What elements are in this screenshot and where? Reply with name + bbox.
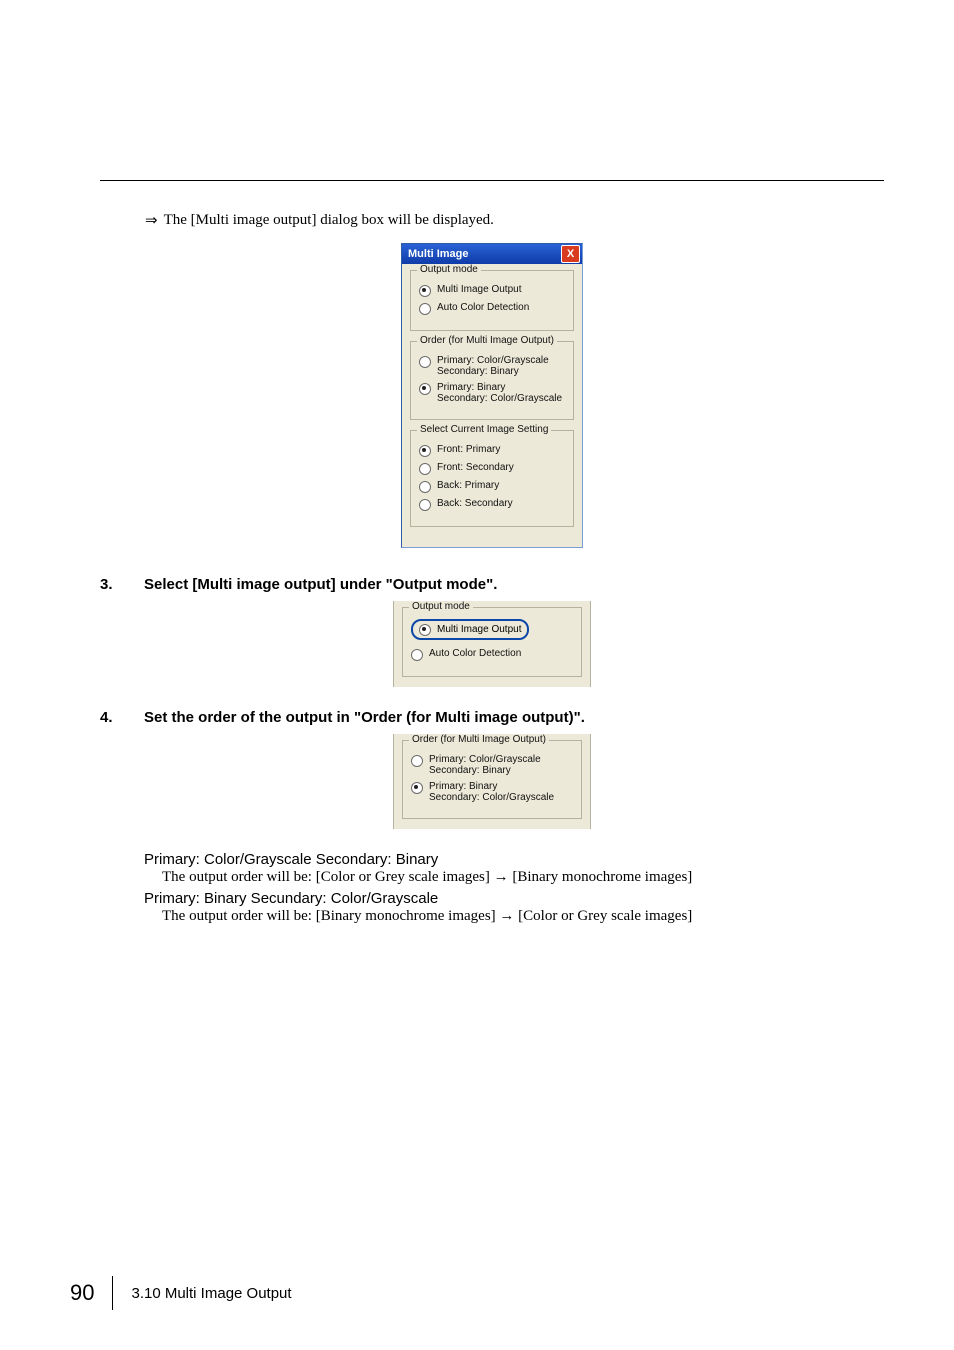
page-footer: 90 3.10 Multi Image Output [70,1276,292,1310]
radio-primary-color[interactable]: Primary: Color/Grayscale Secondary: Bina… [411,754,573,776]
radio-icon [419,356,431,368]
lead-text: The [Multi image output] dialog box will… [164,212,494,229]
radio-icon [411,782,423,794]
radio-front-primary[interactable]: Front: Primary [419,444,565,457]
radio-icon [419,445,431,457]
order-legend: Order (for Multi Image Output) [409,734,549,745]
radio-label: Primary: Color/Grayscale Secondary: Bina… [437,355,549,377]
radio-primary-binary[interactable]: Primary: Binary Secondary: Color/Graysca… [419,382,565,404]
current-image-group: Select Current Image Setting Front: Prim… [410,430,574,527]
radio-icon [419,285,431,297]
radio-icon [419,303,431,315]
close-icon[interactable]: X [561,245,580,263]
radio-label: Primary: Color/Grayscale Secondary: Bina… [429,754,541,776]
radio-back-secondary[interactable]: Back: Secondary [419,498,565,511]
radio-label: Back: Secondary [437,498,513,509]
desc-explain-1: The output order will be: [Color or Grey… [162,868,884,886]
radio-label: Front: Secondary [437,462,514,473]
output-mode-legend: Output mode [409,601,473,612]
order-legend: Order (for Multi Image Output) [417,335,557,346]
output-mode-group: Output mode Multi Image Output Auto Colo… [410,270,574,331]
order-group: Order (for Multi Image Output) Primary: … [410,341,574,420]
dialog-body: Output mode Multi Image Output Auto Colo… [402,264,582,547]
radio-label: Back: Primary [437,480,499,491]
radio-icon [419,499,431,511]
step-4: 4. Set the order of the output in "Order… [100,709,884,726]
radio-front-secondary[interactable]: Front: Secondary [419,462,565,475]
desc-explain-2: The output order will be: [Binary monoch… [162,907,884,925]
step-number: 3. [100,576,116,593]
radio-multi-image-output[interactable]: Multi Image Output [419,284,565,297]
arrow-icon: → [499,907,514,924]
radio-icon [411,649,423,661]
step-text: Select [Multi image output] under "Outpu… [144,576,497,593]
output-mode-snippet: Output mode Multi Image Output Auto Colo… [393,601,591,687]
radio-primary-color[interactable]: Primary: Color/Grayscale Secondary: Bina… [419,355,565,377]
desc-heading-2: Primary: Binary Secundary: Color/Graysca… [144,890,884,907]
page-number: 90 [70,1280,112,1306]
radio-label: Auto Color Detection [437,302,529,313]
desc-heading-1: Primary: Color/Grayscale Secondary: Bina… [144,851,884,868]
radio-label: Multi Image Output [437,284,521,295]
radio-icon [411,755,423,767]
section-title: 3.10 Multi Image Output [131,1285,291,1302]
multi-image-dialog: Multi Image X Output mode Multi Image Ou… [401,243,583,548]
dialog-figure: Multi Image X Output mode Multi Image Ou… [100,243,884,548]
dialog-title: Multi Image [408,248,469,260]
step-text: Set the order of the output in "Order (f… [144,709,585,726]
radio-primary-binary[interactable]: Primary: Binary Secondary: Color/Graysca… [411,781,573,803]
radio-label: Auto Color Detection [429,648,521,659]
current-image-legend: Select Current Image Setting [417,424,551,435]
step-number: 4. [100,709,116,726]
step4-figure: Order (for Multi Image Output) Primary: … [100,734,884,829]
radio-icon [419,463,431,475]
result-arrow-icon: ⇒ [145,211,158,229]
order-snippet: Order (for Multi Image Output) Primary: … [393,734,591,829]
radio-auto-color-detection[interactable]: Auto Color Detection [419,302,565,315]
radio-back-primary[interactable]: Back: Primary [419,480,565,493]
radio-icon [419,624,431,636]
output-mode-legend: Output mode [417,264,481,275]
step3-figure: Output mode Multi Image Output Auto Colo… [100,601,884,687]
radio-label: Front: Primary [437,444,500,455]
order-descriptions: Primary: Color/Grayscale Secondary: Bina… [144,851,884,925]
arrow-icon: → [494,868,509,885]
radio-label: Multi Image Output [437,624,521,635]
highlight-circle: Multi Image Output [411,619,529,640]
radio-auto-color-detection[interactable]: Auto Color Detection [411,648,573,661]
dialog-titlebar: Multi Image X [402,244,582,264]
radio-icon [419,481,431,493]
radio-label: Primary: Binary Secondary: Color/Graysca… [429,781,554,803]
output-mode-group: Output mode Multi Image Output Auto Colo… [402,607,582,677]
radio-label: Primary: Binary Secondary: Color/Graysca… [437,382,562,404]
header-rule [100,180,884,181]
step-3: 3. Select [Multi image output] under "Ou… [100,576,884,593]
page: ⇒ The [Multi image output] dialog box wi… [0,0,954,1350]
radio-icon [419,383,431,395]
order-group: Order (for Multi Image Output) Primary: … [402,740,582,819]
footer-divider [112,1276,113,1310]
lead-line: ⇒ The [Multi image output] dialog box wi… [145,211,884,229]
